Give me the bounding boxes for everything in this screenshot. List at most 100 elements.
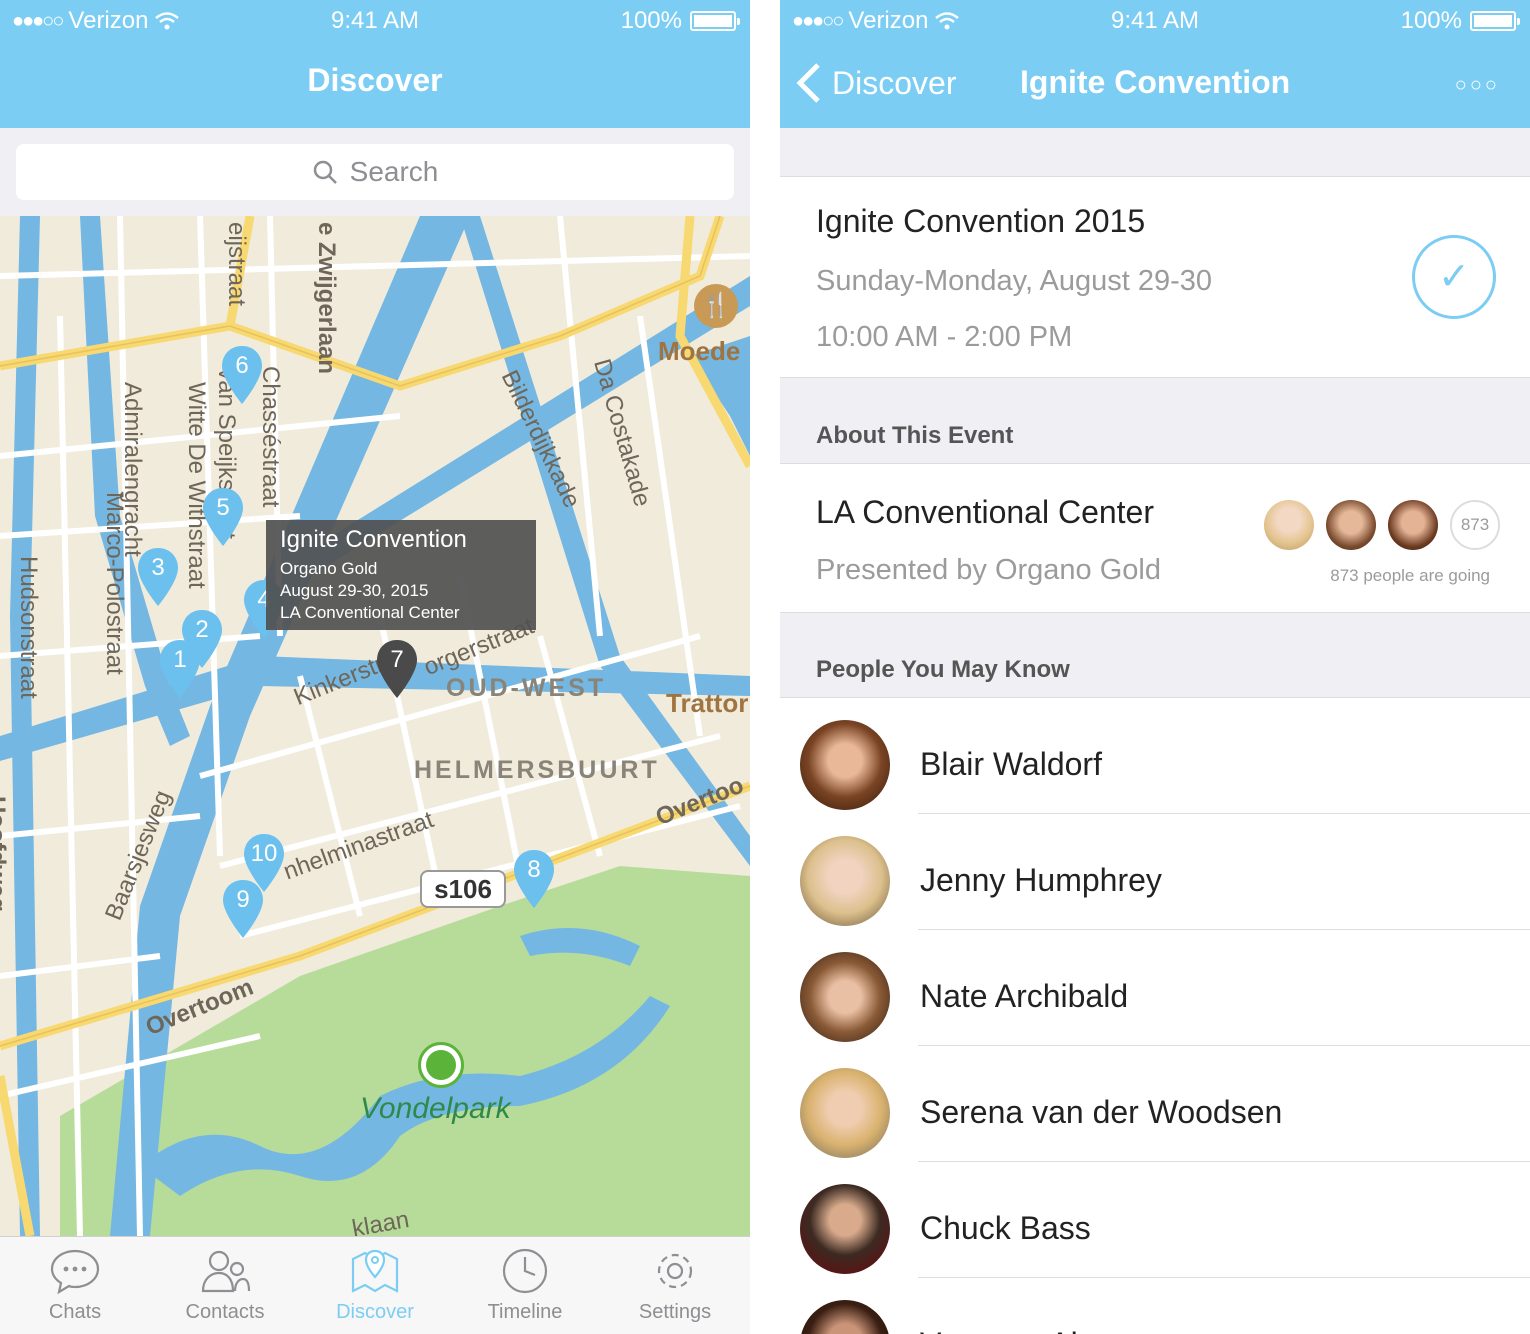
map-label-marco-polostraat: Marco-Polostraat <box>101 492 128 675</box>
callout-venue: LA Conventional Center <box>280 603 460 622</box>
page-title: Ignite Convention <box>1020 64 1291 100</box>
battery: 100% <box>1401 7 1520 35</box>
tab-label: Chats <box>48 1301 102 1323</box>
list-item[interactable]: Jenny Humphrey <box>780 814 1530 930</box>
attendee-count-badge: 873 <box>1450 500 1500 550</box>
tab-label: Contacts <box>185 1301 265 1323</box>
avatar <box>800 720 890 810</box>
list-item[interactable]: Nate Archibald <box>780 930 1530 1046</box>
battery-icon <box>690 11 740 31</box>
search-icon <box>313 160 337 184</box>
checkmark-icon: ✓ <box>1438 256 1470 298</box>
list-item[interactable]: Chuck Bass <box>780 1162 1530 1278</box>
venue-name: LA Conventional Center <box>816 494 1154 530</box>
avatar <box>1264 500 1314 550</box>
event-title: Ignite Convention 2015 <box>816 203 1146 239</box>
search-placeholder: Search <box>349 156 439 187</box>
chevron-left-icon <box>796 63 820 103</box>
search-input[interactable]: Search <box>16 144 734 200</box>
list-item[interactable]: Serena van der Woodsen <box>780 1046 1530 1162</box>
people-section-header: People You May Know <box>816 656 1070 683</box>
page-title: Discover <box>307 62 443 98</box>
event-time: 10:00 AM - 2:00 PM <box>816 321 1073 353</box>
tab-discover[interactable]: Discover <box>300 1237 450 1334</box>
map-label-eijstraat: eijstraat <box>223 222 250 307</box>
map-label-zwijgerlaan: e Zwijgerlaan <box>313 222 340 375</box>
going-count-text: 873 people are going <box>1330 566 1490 585</box>
map-pin-icon <box>351 1249 399 1293</box>
road-shield: s106 <box>420 870 506 908</box>
callout-title: Ignite Convention <box>280 526 467 553</box>
person-name: Nate Archibald <box>920 978 1129 1014</box>
tab-label: Timeline <box>487 1301 563 1323</box>
list-item[interactable]: Blair Waldorf <box>780 698 1530 814</box>
battery: 100% <box>620 7 740 35</box>
pin-label: 1 <box>173 646 187 673</box>
pin-label: 6 <box>235 352 249 379</box>
map-label-helmersbuurt: HELMERSBUURT <box>414 756 660 784</box>
tab-timeline[interactable]: Timeline <box>450 1237 600 1334</box>
clock-icon <box>502 1248 548 1294</box>
map-pin-3[interactable]: 3 <box>136 546 180 608</box>
tab-chats[interactable]: Chats <box>0 1237 150 1334</box>
status-bar: ●●●○○ Verizon 9:41 AM 100% <box>0 0 750 40</box>
map-label-oud-west: OUD-WEST <box>446 674 607 702</box>
avatar <box>800 952 890 1042</box>
tab-contacts[interactable]: Contacts <box>150 1237 300 1334</box>
avatar <box>800 836 890 926</box>
more-options-icon[interactable]: ○○○ <box>1455 74 1500 97</box>
pin-label: 9 <box>236 886 250 913</box>
about-section-header: About This Event <box>816 422 1014 449</box>
venue-presenter: Presented by Organo Gold <box>816 554 1161 586</box>
nav-bar: ●●●○○ Verizon 9:41 AM 100% Discover <box>0 0 750 128</box>
venue-card[interactable]: LA Conventional Center Presented by Orga… <box>780 463 1530 613</box>
people-list: Blair Waldorf Jenny Humphrey Nate Archib… <box>780 697 1530 1334</box>
avatar <box>800 1300 890 1334</box>
contacts-icon <box>201 1250 251 1293</box>
callout-presenter: Organo Gold <box>280 559 378 578</box>
event-date: Sunday-Monday, August 29-30 <box>816 265 1213 297</box>
avatar <box>1388 500 1438 550</box>
avatar <box>800 1068 890 1158</box>
nav-bar: ●●●○○ Verizon 9:41 AM 100% Discover Igni… <box>780 0 1530 128</box>
tab-settings[interactable]: Settings <box>600 1237 750 1334</box>
status-bar: ●●●○○ Verizon 9:41 AM 100% <box>780 0 1530 40</box>
map-pin-6[interactable]: 6 <box>220 344 264 406</box>
back-label: Discover <box>832 64 957 101</box>
callout-date: August 29-30, 2015 <box>280 581 429 600</box>
map-view[interactable]: eijstraat e Zwijgerlaan Admiralengracht … <box>0 216 750 1236</box>
tab-label: Settings <box>638 1301 712 1323</box>
map-label-moede: Moede <box>658 336 741 366</box>
tab-bar: Chats Contacts Discover Timeline Setting… <box>0 1236 750 1334</box>
attend-checkmark-button[interactable]: ✓ <box>1412 235 1496 319</box>
map-pin-8[interactable]: 8 <box>512 848 556 910</box>
pin-label: 10 <box>250 840 278 867</box>
restaurant-icon[interactable]: 🍴 <box>694 284 738 328</box>
map-label-hoofdweg: Hoofdweg <box>0 796 10 912</box>
park-tree-icon[interactable] <box>418 1042 464 1088</box>
pin-label: 8 <box>527 856 541 883</box>
battery-icon <box>1470 11 1520 31</box>
event-callout[interactable]: Ignite Convention Organo Gold August 29-… <box>266 520 536 630</box>
pin-label: 3 <box>151 554 165 581</box>
person-name: Chuck Bass <box>920 1210 1091 1246</box>
map-pin-7-selected[interactable]: 7 <box>375 638 419 700</box>
map-pin-5[interactable]: 5 <box>201 486 245 548</box>
list-item[interactable]: Vanessa Abrams <box>780 1278 1530 1334</box>
battery-percent: 100% <box>620 7 682 34</box>
event-detail-screen: ●●●○○ Verizon 9:41 AM 100% Discover Igni… <box>780 0 1530 1334</box>
avatar <box>800 1184 890 1274</box>
map-pin-9[interactable]: 9 <box>221 878 265 940</box>
map-label-trattoria: Trattor <box>666 688 749 718</box>
search-bar: Search <box>0 128 750 216</box>
person-name: Jenny Humphrey <box>920 862 1162 898</box>
map-pin-1[interactable]: 1 <box>158 638 202 700</box>
person-name: Blair Waldorf <box>920 746 1102 782</box>
discover-screen: ●●●○○ Verizon 9:41 AM 100% Discover Sear… <box>0 0 750 1334</box>
map-label-vondelpark: Vondelpark <box>360 1092 511 1125</box>
attendee-avatars[interactable]: 873 <box>1264 500 1500 550</box>
map-canvas <box>0 216 750 1236</box>
gear-icon <box>657 1253 693 1289</box>
back-button[interactable]: Discover <box>796 62 956 104</box>
map-label-hudsonstraat: Hudsonstraat <box>15 556 42 699</box>
